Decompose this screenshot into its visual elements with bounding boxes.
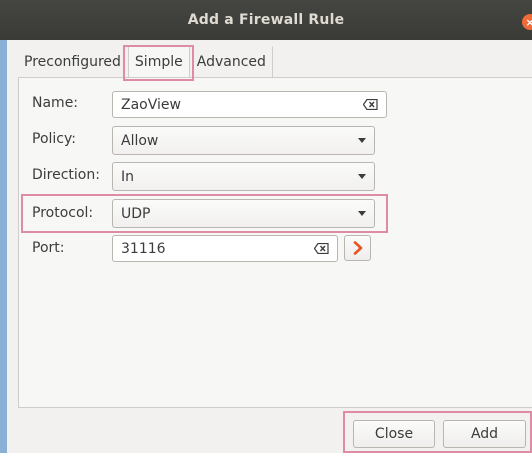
direction-dropdown[interactable]: In <box>112 162 375 191</box>
port-forward-button[interactable] <box>344 235 371 261</box>
protocol-value: UDP <box>121 205 151 222</box>
port-field[interactable]: 31116 <box>112 235 338 262</box>
policy-label: Policy: <box>32 131 76 147</box>
port-label: Port: <box>32 240 65 256</box>
policy-dropdown[interactable]: Allow <box>112 126 375 155</box>
name-field[interactable]: ZaoView <box>112 91 387 118</box>
tab-simple[interactable]: Simple <box>127 46 190 78</box>
protocol-dropdown[interactable]: UDP <box>112 199 375 228</box>
chevron-down-icon <box>358 174 366 179</box>
name-value: ZaoView <box>121 96 181 113</box>
tab-preconfigured[interactable]: Preconfigured <box>18 46 128 78</box>
protocol-label: Protocol: <box>32 205 94 221</box>
window-close-icon[interactable]: × <box>522 14 532 30</box>
direction-value: In <box>121 168 135 185</box>
close-button[interactable]: Close <box>353 420 435 448</box>
port-value: 31116 <box>121 240 166 257</box>
window-edge <box>0 40 7 453</box>
tab-advanced[interactable]: Advanced <box>190 46 273 78</box>
name-label: Name: <box>32 95 79 111</box>
title-bar: Add a Firewall Rule × <box>0 0 532 40</box>
direction-label: Direction: <box>32 167 100 183</box>
policy-value: Allow <box>121 132 159 149</box>
chevron-down-icon <box>358 138 366 143</box>
chevron-down-icon <box>358 211 366 216</box>
clear-name-icon[interactable] <box>363 99 378 110</box>
window-title: Add a Firewall Rule <box>187 12 345 28</box>
clear-port-icon[interactable] <box>314 243 329 254</box>
tab-bar: Preconfigured Simple Advanced <box>18 46 273 78</box>
add-button[interactable]: Add <box>443 420 526 448</box>
chevron-right-icon <box>353 241 362 255</box>
